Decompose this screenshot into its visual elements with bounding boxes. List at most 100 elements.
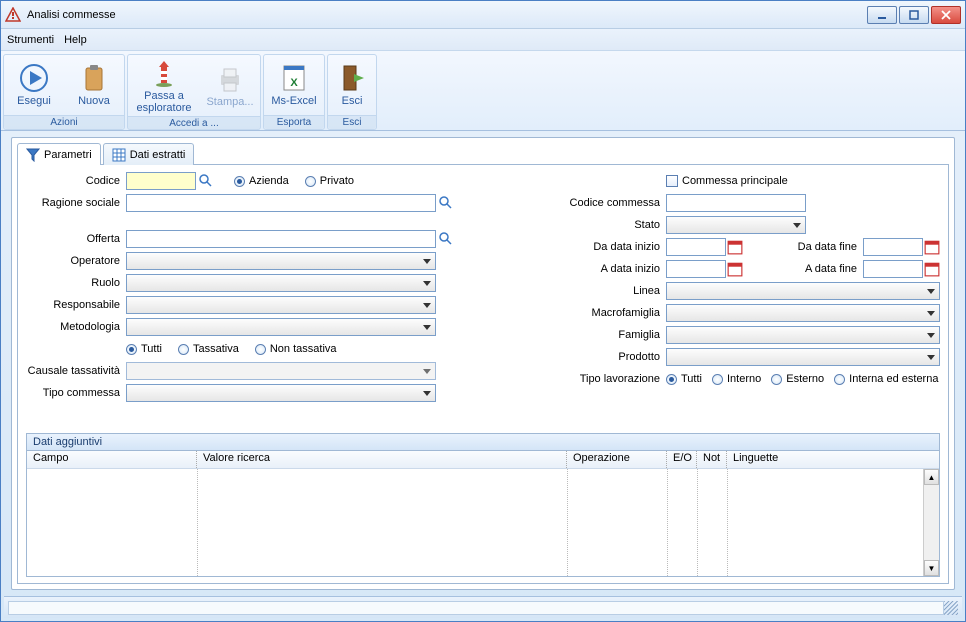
calendar-icon[interactable]	[924, 261, 940, 277]
titlebar: Analisi commesse	[1, 1, 965, 29]
radio-tassativa[interactable]: Tassativa	[178, 343, 239, 355]
ribbon-group-esci: Esci Esci	[327, 54, 377, 130]
esegui-button[interactable]: Esegui	[4, 55, 64, 115]
grid-scrollbar[interactable]: ▲ ▼	[923, 469, 939, 576]
col-eo[interactable]: E/O	[667, 451, 697, 468]
maximize-button[interactable]	[899, 6, 929, 24]
menu-help[interactable]: Help	[64, 34, 87, 46]
linea-label: Linea	[546, 285, 666, 297]
col-campo[interactable]: Campo	[27, 451, 197, 468]
calendar-icon[interactable]	[727, 261, 743, 277]
responsabile-combo[interactable]	[126, 296, 436, 314]
play-icon	[18, 62, 50, 94]
da-data-fine-label: Da data fine	[783, 241, 863, 253]
stampa-button: Stampa...	[200, 55, 260, 116]
tipo-lavorazione-label: Tipo lavorazione	[546, 373, 666, 385]
stato-label: Stato	[546, 219, 666, 231]
col-valore[interactable]: Valore ricerca	[197, 451, 567, 468]
tipo-commessa-label: Tipo commessa	[26, 387, 126, 399]
codice-label: Codice	[26, 175, 126, 187]
resize-grip-icon[interactable]	[944, 601, 958, 615]
ribbon-group-esporta-label: Esporta	[264, 115, 324, 129]
scroll-down-icon[interactable]: ▼	[924, 560, 939, 576]
codice-search-icon[interactable]	[198, 173, 214, 189]
grid-body[interactable]: ▲ ▼	[27, 469, 939, 576]
menu-strumenti[interactable]: Strumenti	[7, 34, 54, 46]
content: Parametri Dati estratti Codice Azienda	[11, 137, 955, 590]
codice-input[interactable]	[126, 172, 196, 190]
codice-commessa-input[interactable]	[666, 194, 806, 212]
da-data-inizio-input[interactable]	[666, 238, 726, 256]
window: Analisi commesse Strumenti Help Esegui N…	[0, 0, 966, 622]
radio-lavorazione-interno[interactable]: Interno	[712, 373, 761, 385]
ribbon-group-azioni-label: Azioni	[4, 115, 124, 129]
da-data-fine-input[interactable]	[863, 238, 923, 256]
codice-commessa-label: Codice commessa	[546, 197, 666, 209]
macrofamiglia-combo[interactable]	[666, 304, 940, 322]
metodologia-combo[interactable]	[126, 318, 436, 336]
col-linguette[interactable]: Linguette	[727, 451, 939, 468]
macrofamiglia-label: Macrofamiglia	[546, 307, 666, 319]
causale-tassativita-label: Causale tassatività	[26, 365, 126, 377]
tab-dati-estratti[interactable]: Dati estratti	[103, 143, 195, 165]
commessa-principale-check[interactable]: Commessa principale	[666, 175, 788, 187]
causale-tassativita-combo	[126, 362, 436, 380]
passa-esploratore-button[interactable]: Passa a esploratore	[128, 55, 200, 116]
menubar: Strumenti Help	[1, 29, 965, 51]
funnel-icon	[26, 148, 40, 162]
radio-azienda[interactable]: Azienda	[234, 175, 289, 187]
exit-icon	[336, 62, 368, 94]
window-title: Analisi commesse	[27, 9, 867, 21]
offerta-search-icon[interactable]	[438, 231, 454, 247]
linea-combo[interactable]	[666, 282, 940, 300]
operatore-combo[interactable]	[126, 252, 436, 270]
col-not[interactable]: Not	[697, 451, 727, 468]
a-data-inizio-input[interactable]	[666, 260, 726, 278]
famiglia-combo[interactable]	[666, 326, 940, 344]
nuova-button[interactable]: Nuova	[64, 55, 124, 115]
ragione-sociale-input[interactable]	[126, 194, 436, 212]
ribbon-group-accedi-label: Accedi a ...	[128, 116, 260, 130]
tabs: Parametri Dati estratti	[17, 143, 949, 165]
grid-header: Campo Valore ricerca Operazione E/O Not …	[27, 451, 939, 469]
offerta-input[interactable]	[126, 230, 436, 248]
stato-combo[interactable]	[666, 216, 806, 234]
radio-lavorazione-esterno[interactable]: Esterno	[771, 373, 824, 385]
grid-title: Dati aggiuntivi	[27, 434, 939, 451]
scroll-up-icon[interactable]: ▲	[924, 469, 939, 485]
responsabile-label: Responsabile	[26, 299, 126, 311]
prodotto-combo[interactable]	[666, 348, 940, 366]
minimize-button[interactable]	[867, 6, 897, 24]
statusbar-panel	[8, 601, 944, 615]
ribbon-group-accedi: Passa a esploratore Stampa... Accedi a .…	[127, 54, 261, 130]
printer-icon	[214, 63, 246, 95]
ragione-sociale-search-icon[interactable]	[438, 195, 454, 211]
radio-privato[interactable]: Privato	[305, 175, 354, 187]
a-data-inizio-label: A data inizio	[546, 263, 666, 275]
radio-tutti-tassativa[interactable]: Tutti	[126, 343, 162, 355]
tab-parametri[interactable]: Parametri	[17, 143, 101, 165]
ruolo-combo[interactable]	[126, 274, 436, 292]
excel-icon: X	[278, 62, 310, 94]
ribbon: Esegui Nuova Azioni Passa a esploratore …	[1, 51, 965, 131]
metodologia-label: Metodologia	[26, 321, 126, 333]
radio-lavorazione-tutti[interactable]: Tutti	[666, 373, 702, 385]
radio-non-tassativa[interactable]: Non tassativa	[255, 343, 337, 355]
clipboard-icon	[78, 62, 110, 94]
operatore-label: Operatore	[26, 255, 126, 267]
a-data-fine-label: A data fine	[783, 263, 863, 275]
lighthouse-icon	[148, 57, 180, 89]
col-operazione[interactable]: Operazione	[567, 451, 667, 468]
da-data-inizio-label: Da data inizio	[546, 241, 666, 253]
calendar-icon[interactable]	[924, 239, 940, 255]
tab-panel-parametri: Codice Azienda Privato Ragione sociale	[17, 164, 949, 584]
esci-button[interactable]: Esci	[328, 55, 376, 115]
tipo-commessa-combo[interactable]	[126, 384, 436, 402]
radio-lavorazione-interna-esterna[interactable]: Interna ed esterna	[834, 373, 938, 385]
close-button[interactable]	[931, 6, 961, 24]
a-data-fine-input[interactable]	[863, 260, 923, 278]
calendar-icon[interactable]	[727, 239, 743, 255]
excel-button[interactable]: X Ms-Excel	[264, 55, 324, 115]
svg-text:X: X	[290, 77, 298, 89]
famiglia-label: Famiglia	[546, 329, 666, 341]
